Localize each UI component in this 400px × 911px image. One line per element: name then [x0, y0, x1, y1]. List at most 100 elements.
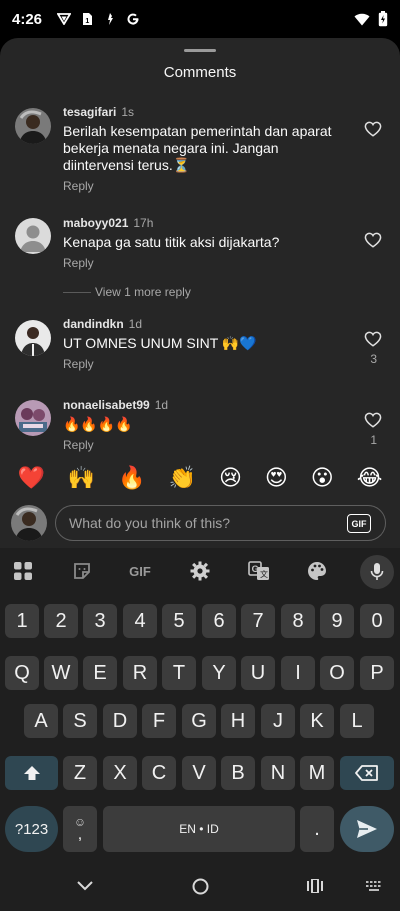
comment-text: 🔥🔥🔥🔥 [63, 416, 133, 432]
key-a[interactable]: A [24, 704, 58, 738]
comment-time: 17h [133, 216, 154, 230]
comment-input[interactable] [55, 505, 386, 541]
emoji-reaction-heart-eyes[interactable]: 😍 [265, 465, 288, 491]
keyboard-switch-icon[interactable] [364, 876, 384, 896]
space-key[interactable]: EN • ID [103, 806, 295, 852]
mic-button[interactable] [360, 555, 394, 589]
avatar[interactable] [15, 108, 51, 144]
key-3[interactable]: 3 [83, 604, 117, 638]
period-key[interactable]: . [300, 806, 334, 852]
view-more-replies-label[interactable]: View 1 more reply [95, 285, 191, 299]
key-d[interactable]: D [103, 704, 137, 738]
comment-username[interactable]: nonaelisabet99 [63, 398, 150, 412]
key-x[interactable]: X [103, 756, 137, 790]
gif-button[interactable]: GIF [347, 514, 371, 533]
send-key[interactable] [340, 806, 394, 852]
comment-username[interactable]: dandindkn [63, 317, 124, 331]
key-t[interactable]: T [162, 656, 196, 690]
key-f[interactable]: F [142, 704, 176, 738]
palette-icon[interactable] [304, 558, 330, 584]
view-more-replies[interactable]: View 1 more reply [63, 285, 191, 299]
key-o[interactable]: O [320, 656, 354, 690]
heart-icon[interactable] [364, 411, 382, 429]
key-n[interactable]: N [261, 756, 295, 790]
emoji-reaction-clapping[interactable]: 👏 [169, 465, 196, 491]
emoji-comma-key[interactable]: ☺ , [63, 806, 97, 852]
key-q[interactable]: Q [5, 656, 39, 690]
key-v[interactable]: V [182, 756, 216, 790]
avatar[interactable] [15, 218, 51, 254]
heart-icon[interactable] [364, 120, 382, 138]
translate-icon[interactable]: G文 [246, 558, 272, 584]
key-g[interactable]: G [182, 704, 216, 738]
key-y[interactable]: Y [202, 656, 236, 690]
key-8[interactable]: 8 [281, 604, 315, 638]
key-0[interactable]: 0 [360, 604, 394, 638]
home-circle-icon[interactable] [190, 876, 210, 896]
key-i[interactable]: I [281, 656, 315, 690]
key-j[interactable]: J [261, 704, 295, 738]
reply-button[interactable]: Reply [63, 357, 353, 371]
key-9[interactable]: 9 [320, 604, 354, 638]
key-c[interactable]: C [142, 756, 176, 790]
key-6[interactable]: 6 [202, 604, 236, 638]
key-w[interactable]: W [44, 656, 78, 690]
google-icon [126, 11, 140, 27]
sheet-title: Comments [163, 64, 237, 81]
key-b[interactable]: B [221, 756, 255, 790]
avatar[interactable] [15, 400, 51, 436]
key-5[interactable]: 5 [162, 604, 196, 638]
comment-body: nonaelisabet99 1d 🔥🔥🔥🔥 Reply [63, 398, 353, 452]
comment-input-row: GIF [0, 500, 400, 548]
key-e[interactable]: E [83, 656, 117, 690]
comment-username[interactable]: maboyy021 [63, 216, 128, 230]
shift-arrow-icon [23, 766, 40, 780]
shield-icon [103, 11, 117, 27]
reply-button[interactable]: Reply [63, 438, 353, 452]
key-r[interactable]: R [123, 656, 157, 690]
sticker-icon[interactable] [69, 558, 95, 584]
status-time: 4:26 [12, 11, 43, 28]
symbols-key[interactable]: ?123 [5, 806, 58, 852]
recents-icon[interactable] [305, 876, 325, 896]
keyboard: GIF G文 1 2 3 4 5 6 7 8 9 0 Q W E R T Y U… [0, 548, 400, 859]
key-z[interactable]: Z [63, 756, 97, 790]
settings-gear-icon[interactable] [187, 558, 213, 584]
back-chevron-icon[interactable] [75, 876, 95, 896]
emoji-reaction-fire[interactable]: 🔥 [118, 465, 145, 491]
key-1[interactable]: 1 [5, 604, 39, 638]
comment-text: UT OMNES UNUM SINT 🙌💙 [63, 335, 257, 351]
keyboard-gif-button[interactable]: GIF [127, 558, 153, 584]
current-user-avatar [11, 505, 47, 541]
apps-grid-icon[interactable] [10, 558, 36, 584]
key-s[interactable]: S [63, 704, 97, 738]
emoji-reaction-raising-hands[interactable]: 🙌 [68, 465, 95, 491]
key-h[interactable]: H [221, 704, 255, 738]
key-u[interactable]: U [241, 656, 275, 690]
emoji-reaction-crying[interactable]: 😢 [219, 465, 242, 491]
key-m[interactable]: M [300, 756, 334, 790]
comment-username[interactable]: tesagifari [63, 105, 116, 119]
heart-icon[interactable] [364, 330, 382, 348]
reply-button[interactable]: Reply [63, 179, 353, 193]
key-2[interactable]: 2 [44, 604, 78, 638]
comment-body: dandindkn 1d UT OMNES UNUM SINT 🙌💙 Reply [63, 317, 353, 371]
comment-text: Kenapa ga satu titik aksi dijakarta? [63, 234, 280, 250]
emoji-reaction-surprised[interactable]: 😮 [311, 465, 334, 491]
reply-button[interactable]: Reply [63, 256, 353, 270]
status-bar: 4:26 1 [0, 0, 400, 38]
avatar[interactable] [15, 320, 51, 356]
emoji-reaction-red-heart[interactable]: ❤️ [17, 465, 44, 491]
key-7[interactable]: 7 [241, 604, 275, 638]
key-p[interactable]: P [360, 656, 394, 690]
shift-key[interactable] [5, 756, 58, 790]
backspace-key[interactable] [340, 756, 394, 790]
heart-icon[interactable] [364, 231, 382, 249]
drag-handle[interactable] [184, 49, 216, 52]
key-k[interactable]: K [300, 704, 334, 738]
key-l[interactable]: L [340, 704, 374, 738]
emoji-reaction-laughing[interactable]: 😂 [357, 465, 383, 491]
comments-sheet: Comments tesagifari 1s Berilah kesempatan… [0, 38, 400, 456]
comment-time: 1d [154, 398, 169, 412]
key-4[interactable]: 4 [123, 604, 157, 638]
